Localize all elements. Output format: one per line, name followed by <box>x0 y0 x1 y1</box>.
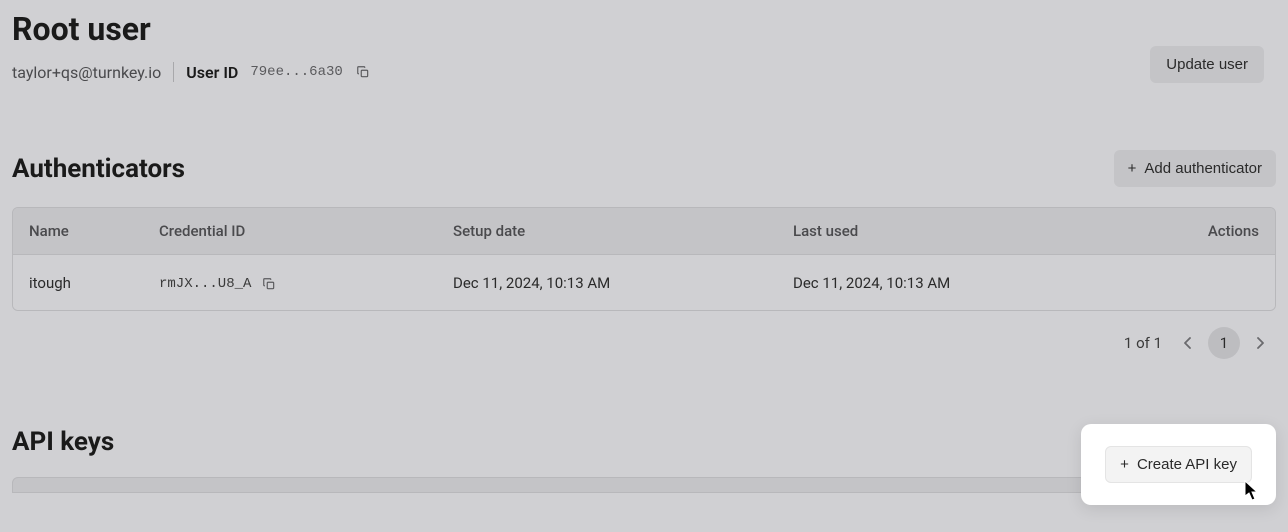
api-keys-title: API keys <box>12 427 114 457</box>
column-setup-date: Setup date <box>437 208 777 255</box>
column-credential-id: Credential ID <box>143 208 437 255</box>
plus-icon: + <box>1120 456 1129 473</box>
page-summary: 1 of 1 <box>1124 334 1162 352</box>
cell-last-used: Dec 11, 2024, 10:13 AM <box>777 255 1117 311</box>
cell-name: itough <box>13 255 143 311</box>
authenticators-header: Authenticators + Add authenticator <box>12 150 1276 187</box>
authenticators-table: Name Credential ID Setup date Last used … <box>12 207 1276 311</box>
create-api-key-highlight: + Create API key <box>1081 424 1276 505</box>
prev-page-button[interactable] <box>1176 331 1200 355</box>
column-name: Name <box>13 208 143 255</box>
cell-actions <box>1117 255 1275 311</box>
create-api-key-label: Create API key <box>1137 456 1237 473</box>
cell-credential-id: rmJX...U8_A <box>143 255 437 311</box>
add-authenticator-button[interactable]: + Add authenticator <box>1114 150 1276 187</box>
table-header-row: Name Credential ID Setup date Last used … <box>13 208 1275 255</box>
user-id-label: User ID <box>186 63 238 82</box>
add-authenticator-label: Add authenticator <box>1144 160 1262 177</box>
next-page-button[interactable] <box>1248 331 1272 355</box>
divider <box>173 62 174 82</box>
cell-setup-date: Dec 11, 2024, 10:13 AM <box>437 255 777 311</box>
plus-icon: + <box>1128 160 1137 177</box>
chevron-right-icon <box>1256 337 1264 349</box>
user-email: taylor+qs@turnkey.io <box>12 63 161 82</box>
table-row: itough rmJX...U8_A Dec 11, <box>13 255 1275 311</box>
page-nav: 1 <box>1176 327 1272 359</box>
copy-icon[interactable] <box>261 276 277 292</box>
user-id-value: 79ee...6a30 <box>250 64 342 80</box>
update-user-button[interactable]: Update user <box>1150 46 1264 83</box>
pagination: 1 of 1 1 <box>12 327 1276 359</box>
create-api-key-button[interactable]: + Create API key <box>1105 446 1252 483</box>
authenticators-title: Authenticators <box>12 154 185 184</box>
authenticators-section: Authenticators + Add authenticator Name … <box>0 150 1288 359</box>
page-title: Root user <box>12 10 1276 48</box>
user-meta-row: taylor+qs@turnkey.io User ID 79ee...6a30 <box>12 62 1276 82</box>
column-actions: Actions <box>1117 208 1275 255</box>
credential-id-value: rmJX...U8_A <box>159 276 251 292</box>
copy-icon[interactable] <box>355 64 371 80</box>
page-number-current[interactable]: 1 <box>1208 327 1240 359</box>
header-section: Root user taylor+qs@turnkey.io User ID 7… <box>0 0 1288 106</box>
column-last-used: Last used <box>777 208 1117 255</box>
chevron-left-icon <box>1184 337 1192 349</box>
